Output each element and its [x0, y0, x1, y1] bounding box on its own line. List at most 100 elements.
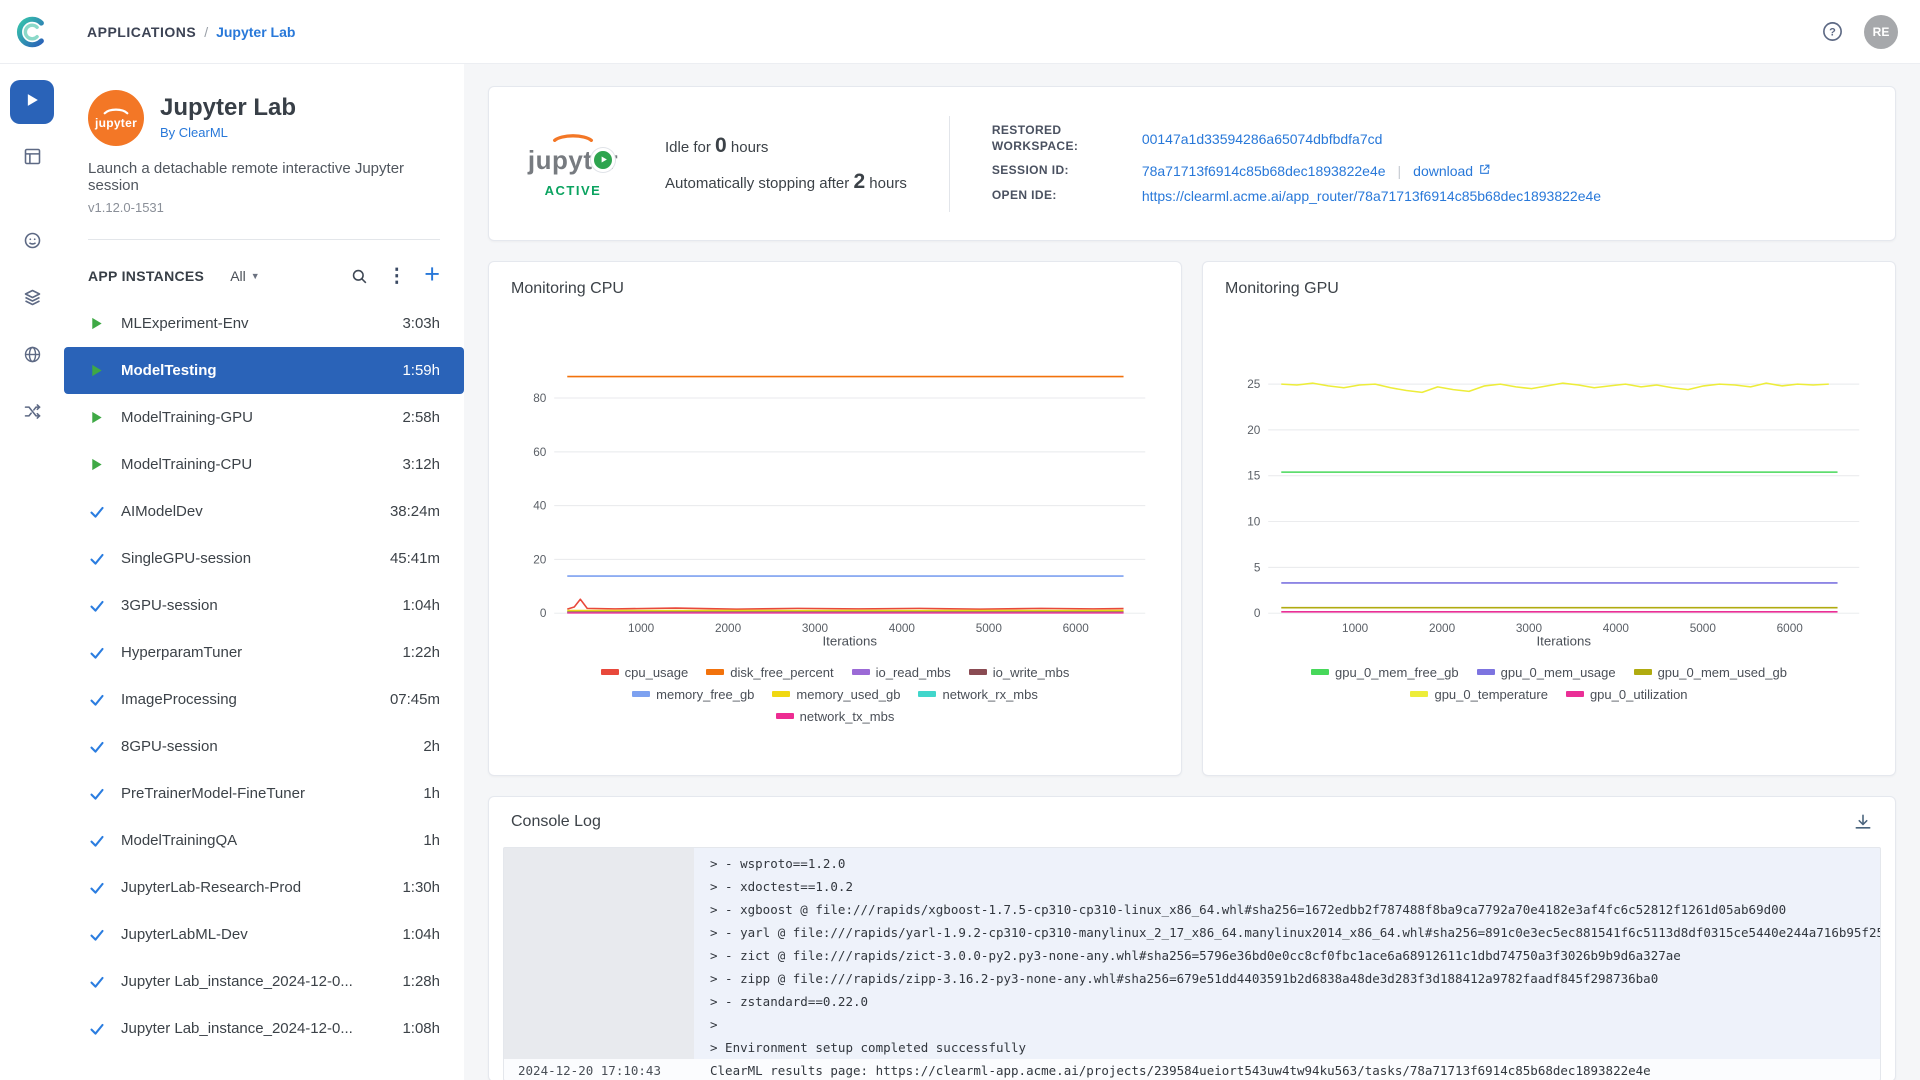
instance-duration: 38:24m: [390, 503, 440, 520]
svg-text:10: 10: [1247, 515, 1261, 528]
download-link[interactable]: download: [1413, 163, 1491, 179]
instance-row[interactable]: ImageProcessing07:45m: [64, 676, 464, 723]
nav-rail: [0, 64, 64, 1080]
svg-text:60: 60: [533, 446, 547, 459]
instance-row[interactable]: ModelTraining-GPU2:58h: [64, 394, 464, 441]
log-row: > - wsproto==1.2.0: [504, 852, 1880, 875]
instance-row[interactable]: MLExperiment-Env3:03h: [64, 300, 464, 347]
legend-swatch: [918, 691, 936, 697]
legend-item[interactable]: gpu_0_temperature: [1410, 687, 1547, 702]
instance-row[interactable]: Jupyter Lab_instance_2024-12-0...1:28h: [64, 958, 464, 1005]
instance-row[interactable]: SingleGPU-session 45:41m: [64, 535, 464, 582]
svg-text:5: 5: [1254, 561, 1261, 574]
field-value-link[interactable]: 78a71713f6914c85b68dec1893822e4e: [1142, 163, 1386, 179]
console-rows[interactable]: > - wsproto==1.2.0> - xdoctest==1.0.2> -…: [503, 847, 1881, 1080]
search-icon[interactable]: [350, 267, 369, 286]
legend-item[interactable]: io_read_mbs: [852, 665, 951, 680]
nav-datasets[interactable]: [10, 278, 54, 322]
table-icon: [22, 146, 43, 172]
legend-label: gpu_0_temperature: [1434, 687, 1547, 702]
instance-row[interactable]: JupyterLab-Research-Prod1:30h: [64, 864, 464, 911]
legend-item[interactable]: disk_free_percent: [706, 665, 833, 680]
instance-row[interactable]: HyperparamTuner1:22h: [64, 629, 464, 676]
field-value-link[interactable]: https://clearml.acme.ai/app_router/78a71…: [1142, 188, 1601, 204]
by-clearml-link[interactable]: By ClearML: [160, 125, 228, 140]
legend-item[interactable]: network_rx_mbs: [918, 687, 1037, 702]
instance-row[interactable]: PreTrainerModel-FineTuner1h: [64, 770, 464, 817]
nav-projects[interactable]: [10, 137, 54, 181]
help-icon[interactable]: ?: [1821, 20, 1844, 43]
breadcrumb-root[interactable]: APPLICATIONS: [87, 24, 196, 40]
gpu-chart-plot[interactable]: 0510152025100020003000400050006000Iterat…: [1225, 354, 1873, 649]
clearml-logo-icon[interactable]: [15, 15, 55, 49]
field-value-link[interactable]: 00147a1d33594286a65074dbfbdfa7cd: [1142, 131, 1383, 147]
chevron-down-icon: ▼: [251, 271, 260, 281]
instance-name: JupyterLabML-Dev: [121, 926, 390, 943]
app-description: Launch a detachable remote interactive J…: [88, 160, 440, 194]
log-row: 2024-12-20 17:10:43ClearML results page:…: [504, 1059, 1880, 1080]
legend-item[interactable]: memory_used_gb: [772, 687, 900, 702]
shuffle-icon: [22, 401, 43, 427]
legend-item[interactable]: network_tx_mbs: [776, 709, 895, 724]
kebab-menu-icon[interactable]: ⋮: [387, 267, 406, 286]
log-text: > - xdoctest==1.0.2: [694, 875, 1880, 898]
jupyter-logo: jupyter: [88, 90, 144, 146]
external-link-icon: [1478, 163, 1491, 179]
gpu-chart-card: Monitoring GPU 0510152025100020003000400…: [1202, 261, 1896, 776]
legend-item[interactable]: io_write_mbs: [969, 665, 1070, 680]
main-content: jupyter ACTIVE Idle for 0 hours Automati…: [464, 64, 1920, 1080]
svg-text:80: 80: [533, 392, 547, 405]
avatar[interactable]: RE: [1864, 15, 1898, 49]
log-text: >: [694, 1013, 1880, 1036]
instance-row[interactable]: 8GPU-session2h: [64, 723, 464, 770]
legend-label: io_write_mbs: [993, 665, 1070, 680]
console-log-card: Console Log > - wsproto==1.2.0> - xdocte…: [488, 796, 1896, 1080]
legend-item[interactable]: gpu_0_mem_free_gb: [1311, 665, 1459, 680]
legend-item[interactable]: gpu_0_utilization: [1566, 687, 1688, 702]
download-log-icon[interactable]: [1853, 812, 1873, 832]
breadcrumb-separator: /: [204, 24, 208, 40]
legend-item[interactable]: gpu_0_mem_used_gb: [1634, 665, 1787, 680]
log-timestamp: [504, 921, 694, 944]
svg-text:6000: 6000: [1063, 622, 1090, 635]
nav-models[interactable]: [10, 221, 54, 265]
instance-row[interactable]: ModelTrainingQA 1h: [64, 817, 464, 864]
instance-row[interactable]: AIModelDev38:24m: [64, 488, 464, 535]
nav-applications[interactable]: [10, 80, 54, 124]
play-icon: [88, 316, 105, 331]
instances-filter-dropdown[interactable]: All ▼: [230, 268, 259, 284]
legend-label: cpu_usage: [625, 665, 689, 680]
instance-duration: 1h: [423, 832, 440, 849]
check-icon: [88, 739, 105, 755]
svg-text:0: 0: [1254, 607, 1261, 620]
instance-row[interactable]: Jupyter Lab_instance_2024-12-0...1:08h: [64, 1005, 464, 1052]
svg-text:0: 0: [540, 607, 547, 620]
legend-item[interactable]: cpu_usage: [601, 665, 689, 680]
svg-text:4000: 4000: [889, 622, 916, 635]
instance-name: SingleGPU-session: [121, 550, 378, 567]
svg-text:6000: 6000: [1777, 622, 1804, 635]
cpu-chart-plot[interactable]: 020406080100020003000400050006000Iterati…: [511, 354, 1159, 649]
legend-swatch: [706, 669, 724, 675]
idle-info: Idle for 0 hours Automatically stopping …: [665, 134, 907, 194]
instance-row[interactable]: 3GPU-session1:04h: [64, 582, 464, 629]
instance-name: ModelTrainingQA: [121, 832, 411, 849]
status-field-row: RESTORED WORKSPACE:00147a1d33594286a6507…: [992, 123, 1859, 154]
log-timestamp: [504, 898, 694, 921]
instances-list[interactable]: MLExperiment-Env3:03hModelTesting1:59hMo…: [64, 300, 464, 1080]
add-instance-button[interactable]: +: [424, 261, 440, 288]
instance-duration: 45:41m: [390, 550, 440, 567]
legend-item[interactable]: memory_free_gb: [632, 687, 754, 702]
instance-row[interactable]: ModelTraining-CPU3:12h: [64, 441, 464, 488]
log-timestamp: [504, 852, 694, 875]
nav-workers[interactable]: [10, 392, 54, 436]
instance-row[interactable]: JupyterLabML-Dev1:04h: [64, 911, 464, 958]
instance-duration: 1:08h: [402, 1020, 440, 1037]
legend-swatch: [852, 669, 870, 675]
instance-name: MLExperiment-Env: [121, 315, 390, 332]
legend-item[interactable]: gpu_0_mem_usage: [1477, 665, 1616, 680]
check-icon: [88, 974, 105, 990]
status-fields: RESTORED WORKSPACE:00147a1d33594286a6507…: [992, 114, 1859, 213]
nav-pipelines[interactable]: [10, 335, 54, 379]
instance-row[interactable]: ModelTesting1:59h: [64, 347, 464, 394]
